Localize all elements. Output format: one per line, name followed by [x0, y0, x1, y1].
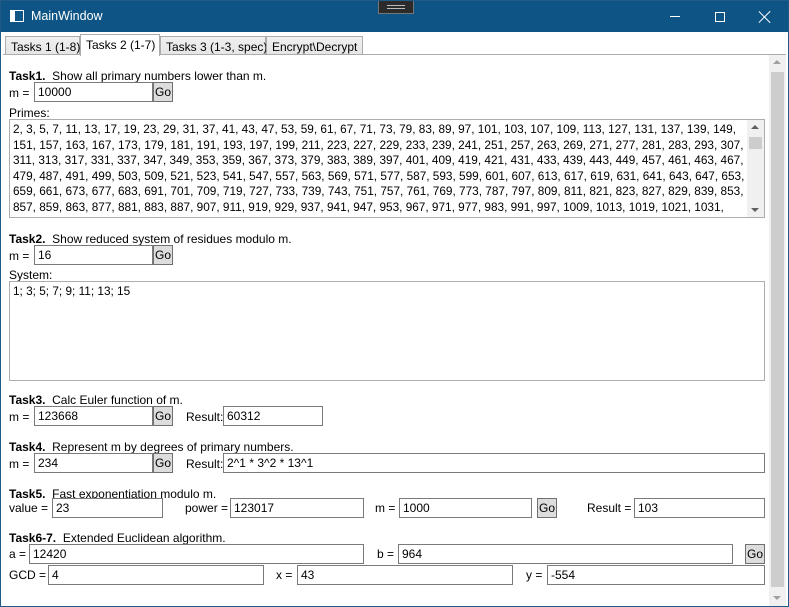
maximize-icon: [715, 11, 725, 22]
minimize-icon: [670, 16, 680, 17]
task2-description: Show reduced system of residues modulo m…: [52, 232, 292, 246]
task67-heading: Task6-7. Extended Euclidean algorithm.: [9, 531, 226, 545]
task1-go-button[interactable]: Go: [153, 82, 173, 102]
task5-go-button[interactable]: Go: [537, 498, 557, 518]
task67-x-label: x =: [276, 568, 293, 582]
tab-tasks-3[interactable]: Tasks 3 (1-3, spec): [160, 36, 267, 55]
task3-m-label: m =: [9, 410, 30, 424]
task67-title: Task6-7.: [9, 531, 57, 545]
task4-title: Task4.: [9, 440, 46, 454]
primes-scroll-thumb[interactable]: [749, 137, 762, 149]
task1-m-label: m =: [9, 86, 30, 100]
task5-m-input[interactable]: 1000: [399, 498, 532, 518]
task5-title: Task5.: [9, 487, 46, 501]
task5-value-input[interactable]: 23: [52, 498, 163, 518]
maximize-button[interactable]: [697, 1, 743, 32]
task3-go-button[interactable]: Go: [153, 406, 173, 426]
task5-power-label: power =: [185, 501, 229, 515]
close-icon: [759, 11, 771, 23]
primes-output[interactable]: 2, 3, 5, 7, 11, 13, 17, 19, 23, 29, 31, …: [9, 119, 765, 218]
task67-a-input[interactable]: 12420: [29, 544, 364, 564]
system-label: System:: [9, 268, 53, 282]
tab-strip: Tasks 1 (1-8) Tasks 2 (1-7) Tasks 3 (1-3…: [3, 34, 788, 56]
primes-text: 2, 3, 5, 7, 11, 13, 17, 19, 23, 29, 31, …: [13, 122, 745, 217]
minimize-button[interactable]: [652, 1, 698, 32]
task3-result-label: Result:: [186, 410, 224, 424]
close-button[interactable]: [742, 1, 788, 32]
tab-encrypt-decrypt[interactable]: Encrypt\Decrypt: [266, 36, 363, 55]
task4-m-input[interactable]: 234: [34, 453, 153, 473]
task4-result-label: Result:: [186, 457, 224, 471]
primes-scrollbar[interactable]: [747, 120, 764, 217]
task5-result-field[interactable]: 103: [634, 498, 765, 518]
task67-x-field[interactable]: 43: [297, 565, 513, 585]
task4-go-button[interactable]: Go: [153, 453, 173, 473]
task67-gcd-label: GCD =: [9, 568, 47, 582]
drag-handle-icon[interactable]: [378, 1, 414, 14]
task1-title: Task1.: [9, 69, 46, 83]
system-text: 1; 3; 5; 7; 9; 11; 13; 15: [13, 284, 131, 298]
task67-a-label: a =: [9, 547, 27, 561]
task2-title: Task2.: [9, 232, 46, 246]
task67-description: Extended Euclidean algorithm.: [62, 531, 226, 545]
system-output[interactable]: 1; 3; 5; 7; 9; 11; 13; 15: [9, 281, 765, 381]
task5-value-label: value =: [9, 501, 49, 515]
task67-go-button[interactable]: Go: [745, 544, 765, 564]
primes-scroll-down-icon[interactable]: [751, 208, 759, 212]
task67-y-label: y =: [526, 568, 543, 582]
primes-scroll-up-icon[interactable]: [751, 125, 759, 129]
task1-description: Show all primary numbers lower than m.: [52, 69, 267, 83]
task5-result-label: Result =: [587, 501, 632, 515]
task5-m-label: m =: [375, 501, 396, 515]
task1-m-input[interactable]: 10000: [34, 82, 153, 102]
task4-description: Represent m by degrees of primary number…: [52, 440, 294, 454]
task5-power-input[interactable]: 123017: [230, 498, 364, 518]
task3-title: Task3.: [9, 393, 46, 407]
task4-m-label: m =: [9, 457, 30, 471]
task67-y-field[interactable]: -554: [547, 565, 765, 585]
window-title: MainWindow: [31, 9, 103, 23]
task1-heading: Task1. Show all primary numbers lower th…: [9, 69, 266, 83]
window-app-icon: [10, 10, 24, 22]
task67-b-input[interactable]: 964: [398, 544, 733, 564]
task4-result-field[interactable]: 2^1 * 3^2 * 13^1: [223, 453, 765, 473]
title-bar[interactable]: MainWindow: [1, 1, 788, 32]
primes-label: Primes:: [9, 106, 50, 120]
task3-description: Calc Euler function of m.: [52, 393, 183, 407]
main-scrollbar[interactable]: [769, 55, 786, 606]
task3-m-input[interactable]: 123668: [34, 406, 153, 426]
task2-m-label: m =: [9, 249, 30, 263]
task67-gcd-field[interactable]: 4: [48, 565, 264, 585]
task2-heading: Task2. Show reduced system of residues m…: [9, 232, 292, 246]
scroll-thumb[interactable]: [771, 72, 784, 587]
scroll-down-icon[interactable]: [773, 596, 781, 600]
task2-go-button[interactable]: Go: [153, 245, 173, 265]
task4-heading: Task4. Represent m by degrees of primary…: [9, 440, 294, 454]
scroll-up-icon[interactable]: [773, 60, 781, 64]
task2-m-input[interactable]: 16: [34, 245, 153, 265]
task3-result-field[interactable]: 60312: [223, 406, 323, 426]
task67-b-label: b =: [377, 547, 395, 561]
main-window: MainWindow Tasks 1 (1-8) Tasks 2 (1-7) T…: [0, 0, 789, 607]
task3-heading: Task3. Calc Euler function of m.: [9, 393, 183, 407]
tab-tasks-1[interactable]: Tasks 1 (1-8): [5, 36, 80, 55]
tab-tasks-2[interactable]: Tasks 2 (1-7): [80, 34, 160, 56]
